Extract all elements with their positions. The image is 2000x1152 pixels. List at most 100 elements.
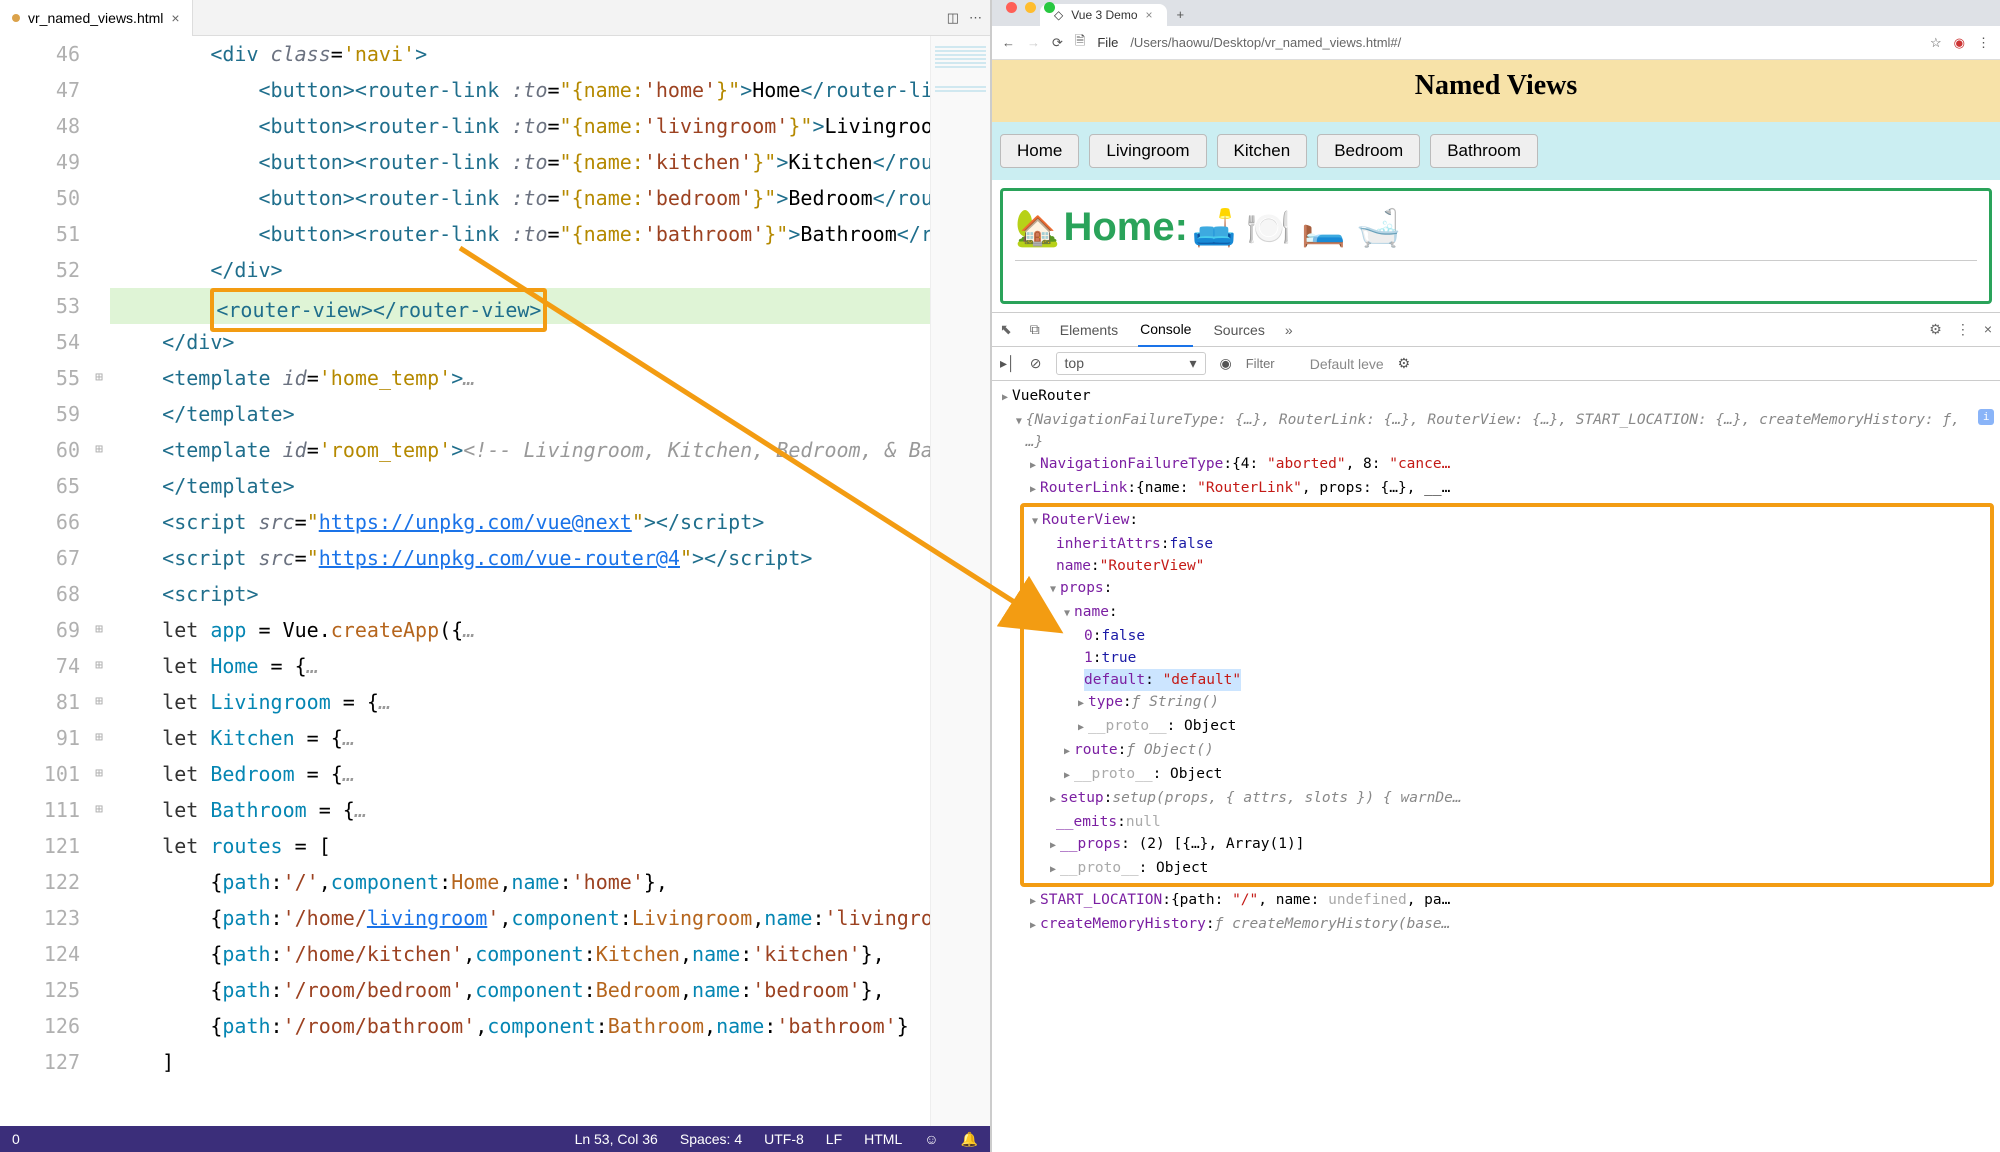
code-line[interactable]: <button><router-link :to="{name:'bathroo… — [110, 216, 930, 252]
device-icon[interactable]: ⧉ — [1030, 321, 1040, 338]
code-line[interactable]: let app = Vue.createApp({… — [110, 612, 930, 648]
bell-icon[interactable]: 🔔 — [961, 1131, 978, 1148]
console-summary: {NavigationFailureType: {…}, RouterLink:… — [1026, 409, 1970, 453]
router-view-output: 🏡 Home: 🛋️ 🍽️ 🛏️ 🛁 — [1000, 188, 1992, 304]
status-position[interactable]: Ln 53, Col 36 — [575, 1131, 658, 1147]
nav-button-livingroom[interactable]: Livingroom — [1089, 134, 1206, 168]
code-line[interactable]: <div class='navi'> — [110, 36, 930, 72]
more-icon[interactable]: ⋯ — [969, 10, 982, 26]
code-line[interactable]: let Bathroom = {… — [110, 792, 930, 828]
maximize-window-icon[interactable] — [1044, 2, 1055, 13]
expand-icon[interactable] — [1026, 913, 1040, 937]
nav-button-bedroom[interactable]: Bedroom — [1317, 134, 1420, 168]
code-line[interactable]: <button><router-link :to="{name:'bedroom… — [110, 180, 930, 216]
expand-icon[interactable] — [1060, 601, 1074, 625]
extension-icon[interactable]: ◉ — [1954, 35, 1965, 51]
nav-button-bathroom[interactable]: Bathroom — [1430, 134, 1538, 168]
code-line[interactable]: let Livingroom = {… — [110, 684, 930, 720]
tab-console[interactable]: Console — [1138, 313, 1193, 347]
expand-icon[interactable] — [1026, 477, 1040, 501]
minimap[interactable] — [930, 36, 990, 1126]
expand-icon[interactable] — [1046, 577, 1060, 601]
reload-icon[interactable]: ⟳ — [1052, 35, 1063, 51]
code-line[interactable]: ] — [110, 1044, 930, 1080]
url-text[interactable]: /Users/haowu/Desktop/vr_named_views.html… — [1130, 35, 1918, 50]
code-line[interactable]: {path:'/home/livingroom',component:Livin… — [110, 900, 930, 936]
inspect-icon[interactable]: ⬉ — [1000, 321, 1012, 338]
smiley-icon[interactable]: ☺ — [924, 1131, 938, 1147]
status-language[interactable]: HTML — [864, 1131, 902, 1147]
menu-icon[interactable]: ⋮ — [1977, 35, 1990, 51]
minimize-window-icon[interactable] — [1025, 2, 1036, 13]
code-line[interactable]: let Home = {… — [110, 648, 930, 684]
expand-icon[interactable] — [1060, 763, 1074, 787]
code-area[interactable]: 4647484950515253545559606566676869748191… — [0, 36, 990, 1126]
code-line[interactable]: <template id='home_temp'>… — [110, 360, 930, 396]
expand-icon[interactable] — [1046, 833, 1060, 857]
code-line[interactable]: <router-view></router-view> — [110, 288, 930, 324]
star-icon[interactable]: ☆ — [1930, 35, 1942, 51]
status-encoding[interactable]: UTF-8 — [764, 1131, 804, 1147]
gear-icon[interactable]: ⚙ — [1929, 321, 1942, 338]
back-icon[interactable]: ← — [1002, 35, 1015, 50]
info-icon[interactable]: i — [1978, 409, 1994, 425]
code-line[interactable]: <script> — [110, 576, 930, 612]
code-line[interactable]: </template> — [110, 468, 930, 504]
close-icon[interactable]: × — [1984, 321, 1992, 338]
code-line[interactable]: <button><router-link :to="{name:'home'}"… — [110, 72, 930, 108]
code-line[interactable]: <template id='room_temp'><!-- Livingroom… — [110, 432, 930, 468]
code-line[interactable]: <button><router-link :to="{name:'kitchen… — [110, 144, 930, 180]
close-icon[interactable]: × — [1146, 8, 1153, 22]
level-select[interactable]: Default leve — [1310, 356, 1384, 372]
more-tabs-icon[interactable]: » — [1285, 322, 1293, 338]
fold-column[interactable]: ⊞⊞⊞⊞⊞⊞⊞⊞ — [88, 36, 110, 1126]
eye-icon[interactable]: ◉ — [1220, 355, 1232, 372]
expand-icon[interactable] — [1046, 857, 1060, 881]
status-errors[interactable]: 0 — [12, 1131, 20, 1147]
code-line[interactable]: </div> — [110, 252, 930, 288]
code-line[interactable]: <script src="https://unpkg.com/vue-route… — [110, 540, 930, 576]
code-lines[interactable]: <div class='navi'> <button><router-link … — [110, 36, 930, 1126]
gear-icon[interactable]: ⚙ — [1398, 355, 1411, 372]
code-line[interactable]: </template> — [110, 396, 930, 432]
expand-icon[interactable] — [1012, 409, 1026, 433]
code-line[interactable]: let Kitchen = {… — [110, 720, 930, 756]
tab-sources[interactable]: Sources — [1211, 314, 1266, 346]
browser-window: ◇ Vue 3 Demo × + ← → ⟳ 🗎 File /Users/hao… — [990, 0, 2000, 1152]
expand-icon[interactable] — [1074, 691, 1088, 715]
window-controls[interactable] — [996, 2, 1065, 12]
code-line[interactable]: <button><router-link :to="{name:'livingr… — [110, 108, 930, 144]
dock-icon[interactable]: ⋮ — [1956, 321, 1970, 338]
context-select[interactable]: top ▾ — [1056, 352, 1206, 375]
clear-icon[interactable]: ⊘ — [1030, 355, 1042, 372]
sidebar-icon[interactable]: ▸│ — [1000, 355, 1016, 372]
tab-elements[interactable]: Elements — [1058, 314, 1120, 346]
code-line[interactable]: {path:'/',component:Home,name:'home'}, — [110, 864, 930, 900]
split-icon[interactable]: ◫ — [947, 10, 959, 26]
expand-icon[interactable] — [1060, 739, 1074, 763]
expand-icon[interactable] — [1026, 889, 1040, 913]
expand-icon[interactable] — [1074, 715, 1088, 739]
nav-button-home[interactable]: Home — [1000, 134, 1079, 168]
code-line[interactable]: {path:'/home/kitchen',component:Kitchen,… — [110, 936, 930, 972]
code-line[interactable]: let routes = [ — [110, 828, 930, 864]
close-icon[interactable]: × — [171, 10, 179, 26]
nav-button-kitchen[interactable]: Kitchen — [1217, 134, 1308, 168]
console-output[interactable]: VueRouter {NavigationFailureType: {…}, R… — [992, 381, 2000, 1152]
code-line[interactable]: {path:'/room/bedroom',component:Bedroom,… — [110, 972, 930, 1008]
filter-input[interactable] — [1246, 356, 1296, 371]
expand-icon[interactable] — [1046, 787, 1060, 811]
code-line[interactable]: {path:'/room/bathroom',component:Bathroo… — [110, 1008, 930, 1044]
expand-icon[interactable] — [998, 385, 1012, 409]
status-spaces[interactable]: Spaces: 4 — [680, 1131, 742, 1147]
new-tab-button[interactable]: + — [1169, 3, 1193, 26]
forward-icon[interactable]: → — [1027, 35, 1040, 50]
code-line[interactable]: let Bedroom = {… — [110, 756, 930, 792]
editor-tab[interactable]: vr_named_views.html × — [0, 0, 193, 36]
code-line[interactable]: <script src="https://unpkg.com/vue@next"… — [110, 504, 930, 540]
expand-icon[interactable] — [1028, 509, 1042, 533]
status-eol[interactable]: LF — [826, 1131, 842, 1147]
close-window-icon[interactable] — [1006, 2, 1017, 13]
expand-icon[interactable] — [1026, 453, 1040, 477]
console-object[interactable]: VueRouter — [1012, 385, 1091, 407]
